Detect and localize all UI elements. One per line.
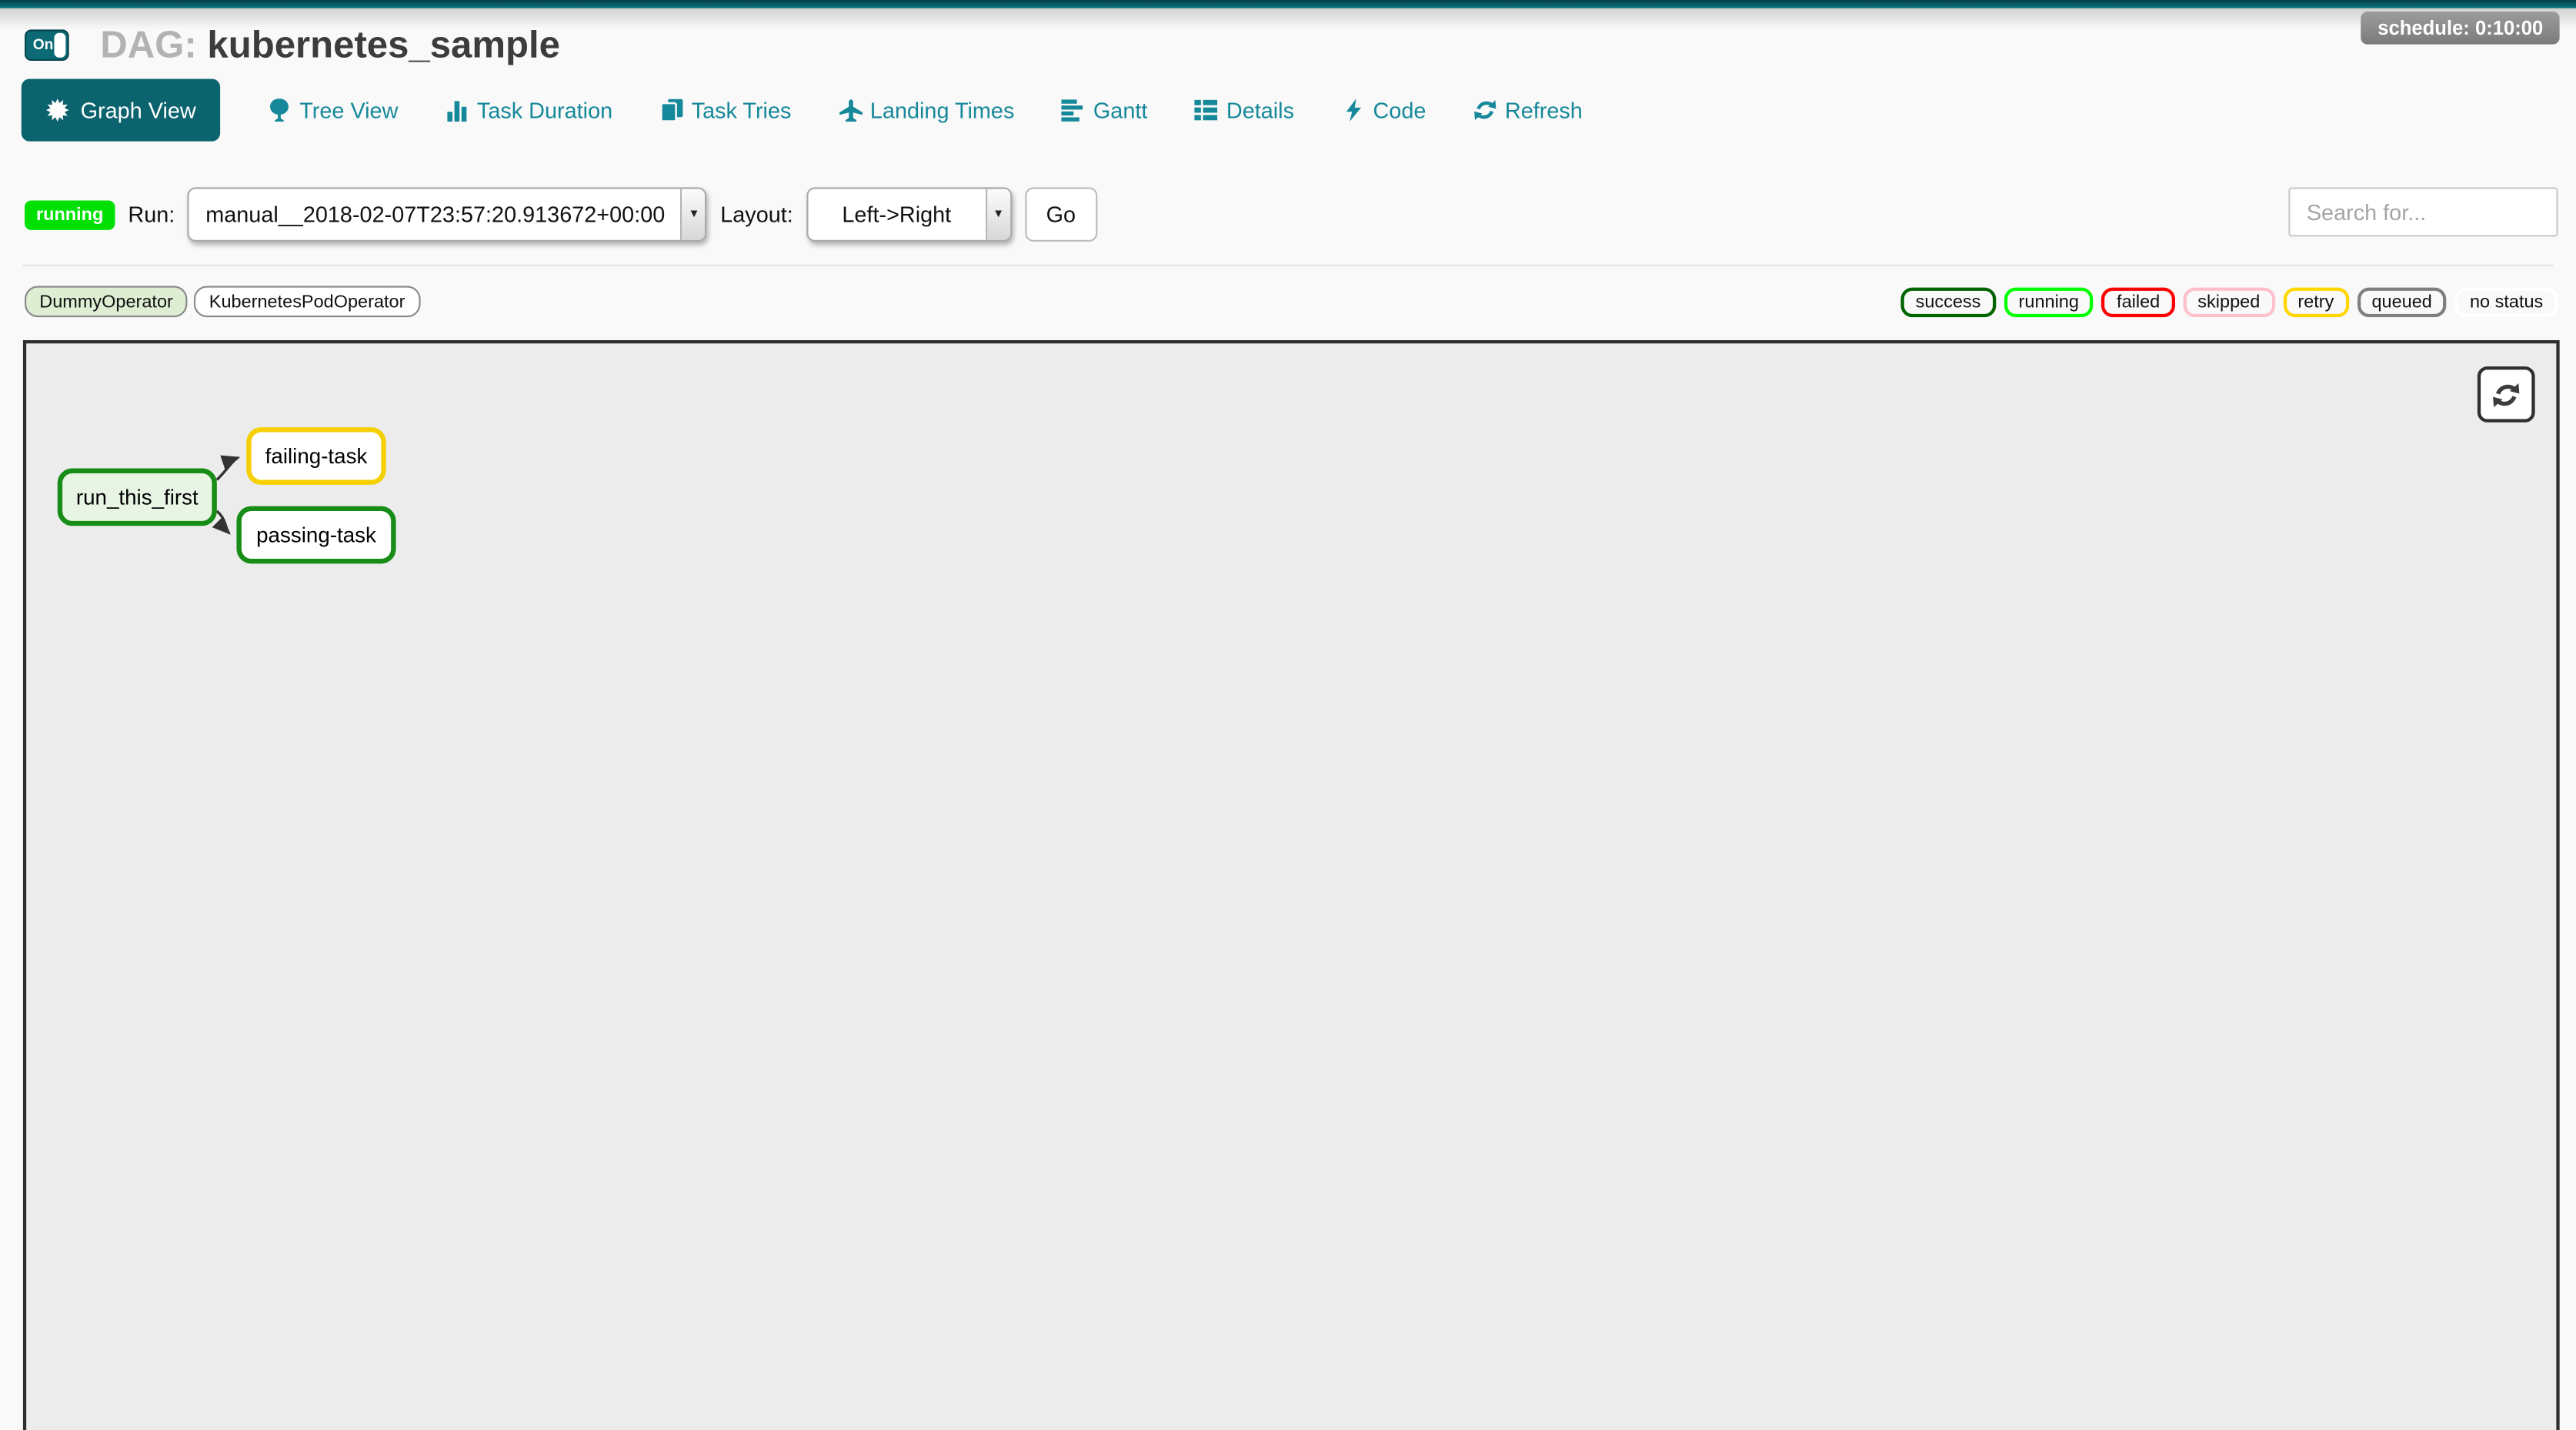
status-queued: queued xyxy=(2357,287,2447,316)
tab-label: Gantt xyxy=(1093,98,1148,122)
tab-label: Refresh xyxy=(1505,98,1583,122)
page-header: On DAG: kubernetes_sample xyxy=(25,23,560,68)
dag-graph-canvas[interactable]: run_this_first failing-task passing-task xyxy=(23,340,2560,1430)
tab-task-tries[interactable]: Task Tries xyxy=(660,98,791,122)
layout-label: Layout: xyxy=(720,202,793,227)
task-node-passing-task[interactable]: passing-task xyxy=(236,506,395,564)
list-icon xyxy=(1195,99,1218,122)
status-skipped: skipped xyxy=(2183,287,2274,316)
legend-row: DummyOperator KubernetesPodOperator succ… xyxy=(25,286,2558,318)
plane-icon xyxy=(839,99,862,122)
status-legend: success running failed skipped retry que… xyxy=(1900,287,2558,316)
layout-select[interactable]: Left->Right ▼ xyxy=(806,187,1012,241)
duplicate-icon xyxy=(660,99,683,122)
edge-run_this_first-failing-task xyxy=(217,458,239,480)
status-failed: failed xyxy=(2102,287,2175,316)
dag-pause-toggle[interactable]: On xyxy=(25,29,69,61)
legend-operator-kubernetespodoperator: KubernetesPodOperator xyxy=(195,286,420,318)
run-select[interactable]: manual__2018-02-07T23:57:20.913672+00:00… xyxy=(188,187,707,241)
run-label: Run: xyxy=(128,202,175,227)
tab-landing-times[interactable]: Landing Times xyxy=(839,98,1014,122)
bar-chart-icon xyxy=(445,99,469,122)
tab-gantt[interactable]: Gantt xyxy=(1062,98,1147,122)
status-running: running xyxy=(2004,287,2094,316)
dag-run-status-badge: running xyxy=(25,199,115,229)
chevron-down-icon: ▼ xyxy=(681,189,706,240)
status-success: success xyxy=(1900,287,1995,316)
legend-operator-dummyoperator: DummyOperator xyxy=(25,286,188,318)
airflow-graph-view-page: schedule: 0:10:00 On DAG: kubernetes_sam… xyxy=(0,0,2576,1430)
divider xyxy=(23,265,2553,266)
tab-code[interactable]: Code xyxy=(1342,98,1426,122)
edge-run_this_first-passing-task xyxy=(217,511,229,533)
top-navbar xyxy=(0,0,2576,8)
status-no-status: no status xyxy=(2455,287,2558,316)
dag-name: kubernetes_sample xyxy=(207,23,560,66)
dag-title-prefix: DAG: xyxy=(100,23,197,66)
tab-label: Details xyxy=(1226,98,1294,122)
dag-edges xyxy=(26,343,2556,1430)
page-title: DAG: kubernetes_sample xyxy=(100,23,560,68)
tab-tree-view[interactable]: Tree View xyxy=(269,98,399,122)
task-node-failing-task[interactable]: failing-task xyxy=(246,427,385,485)
tab-graph-view[interactable]: Graph View xyxy=(22,79,221,141)
toggle-knob xyxy=(54,33,65,58)
refresh-icon xyxy=(2492,380,2520,408)
tab-label: Code xyxy=(1373,98,1426,122)
bolt-icon xyxy=(1342,99,1365,122)
tab-label: Tree View xyxy=(299,98,398,122)
tab-refresh[interactable]: Refresh xyxy=(1473,98,1583,122)
schedule-badge: schedule: 0:10:00 xyxy=(2361,12,2560,45)
status-retry: retry xyxy=(2283,287,2348,316)
certificate-icon xyxy=(46,99,69,122)
refresh-icon xyxy=(1473,99,1497,122)
search-input[interactable] xyxy=(2288,187,2558,236)
task-node-run_this_first[interactable]: run_this_first xyxy=(58,469,217,526)
tab-label: Task Duration xyxy=(477,98,612,122)
chevron-down-icon: ▼ xyxy=(986,189,1010,240)
layout-select-value: Left->Right xyxy=(808,189,986,240)
graph-refresh-button[interactable] xyxy=(2478,366,2535,423)
tab-label: Graph View xyxy=(81,98,196,122)
tab-details[interactable]: Details xyxy=(1195,98,1294,122)
tab-label: Landing Times xyxy=(870,98,1014,122)
go-button[interactable]: Go xyxy=(1025,187,1097,241)
align-left-icon xyxy=(1062,99,1085,122)
view-tabs: Graph View Tree View Task Duration Task … xyxy=(22,79,1583,141)
run-select-value: manual__2018-02-07T23:57:20.913672+00:00 xyxy=(190,189,681,240)
tab-label: Task Tries xyxy=(692,98,792,122)
run-controls: running Run: manual__2018-02-07T23:57:20… xyxy=(25,187,1097,241)
tab-task-duration[interactable]: Task Duration xyxy=(445,98,612,122)
tree-icon xyxy=(269,99,292,122)
